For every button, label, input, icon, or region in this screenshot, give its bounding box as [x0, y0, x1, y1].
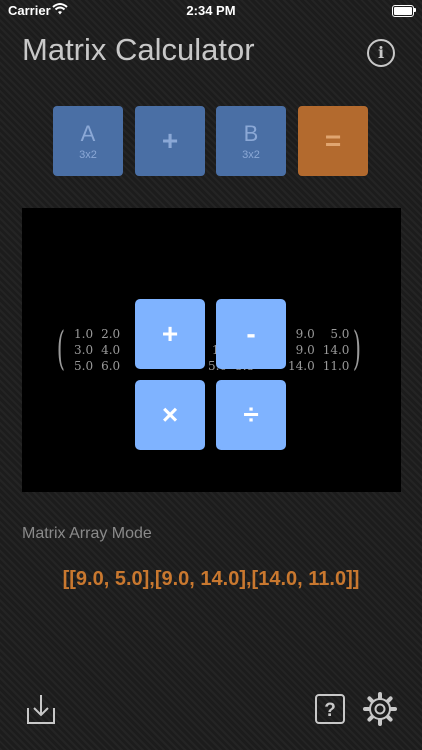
matrix-a-left-paren: ( [56, 321, 66, 375]
divide-button[interactable]: ÷ [216, 380, 286, 450]
status-time: 2:34 PM [186, 3, 236, 18]
equals-tile[interactable]: = [298, 106, 368, 176]
status-bar: Carrier 2:34 PM [0, 0, 422, 22]
result-cell: 14.0 [288, 359, 315, 373]
result-matrix: 9.0 5.0 9.0 14.0 14.0 11.0 [284, 326, 353, 374]
info-icon[interactable]: i [367, 39, 395, 67]
operator-tile[interactable]: + [135, 106, 205, 176]
result-cell: 9.0 [295, 327, 315, 341]
matrix-a: 1.0 2.0 3.0 4.0 5.0 6.0 [70, 326, 124, 374]
tile-b-label: B [243, 121, 259, 146]
matrix-display: ( 1.02.0 3.04.0 5.06.0 3 10 5.05.8 9.05.… [22, 208, 401, 492]
matrix-a-cell: 3.0 [74, 343, 94, 357]
multiply-button[interactable]: × [135, 380, 205, 450]
matrix-b-tile[interactable]: B 3x2 [216, 106, 286, 176]
result-right-paren: ) [352, 321, 362, 375]
result-cell: 9.0 [295, 343, 315, 357]
matrix-a-cell: 2.0 [101, 327, 121, 341]
matrix-array-output[interactable]: [[9.0, 5.0],[9.0, 14.0],[14.0, 11.0]] [0, 568, 422, 591]
tile-b-size: 3x2 [242, 149, 260, 161]
matrix-a-cell: 1.0 [74, 327, 94, 341]
result-cell: 14.0 [322, 343, 350, 357]
tile-a-size: 3x2 [79, 149, 97, 161]
matrix-a-cell: 4.0 [101, 343, 121, 357]
battery-icon [392, 5, 414, 17]
result-cell: 11.0 [322, 359, 350, 373]
subtract-button[interactable]: - [216, 299, 286, 369]
tile-a-label: A [80, 121, 96, 146]
svg-text:?: ? [324, 700, 336, 721]
mode-label: Matrix Array Mode [22, 525, 152, 542]
page-title: Matrix Calculator [22, 32, 255, 67]
gear-icon[interactable] [362, 691, 398, 732]
matrix-a-tile[interactable]: A 3x2 [53, 106, 123, 176]
export-icon[interactable] [25, 692, 57, 731]
result-cell: 5.0 [330, 327, 350, 341]
tile-equals-label: = [324, 125, 342, 156]
matrix-a-cell: 5.0 [74, 359, 94, 373]
add-button[interactable]: + [135, 299, 205, 369]
battery-cap [414, 8, 416, 12]
tile-operator-label: + [161, 125, 179, 156]
matrix-a-cell: 6.0 [101, 359, 121, 373]
help-icon[interactable]: ? [315, 694, 345, 729]
